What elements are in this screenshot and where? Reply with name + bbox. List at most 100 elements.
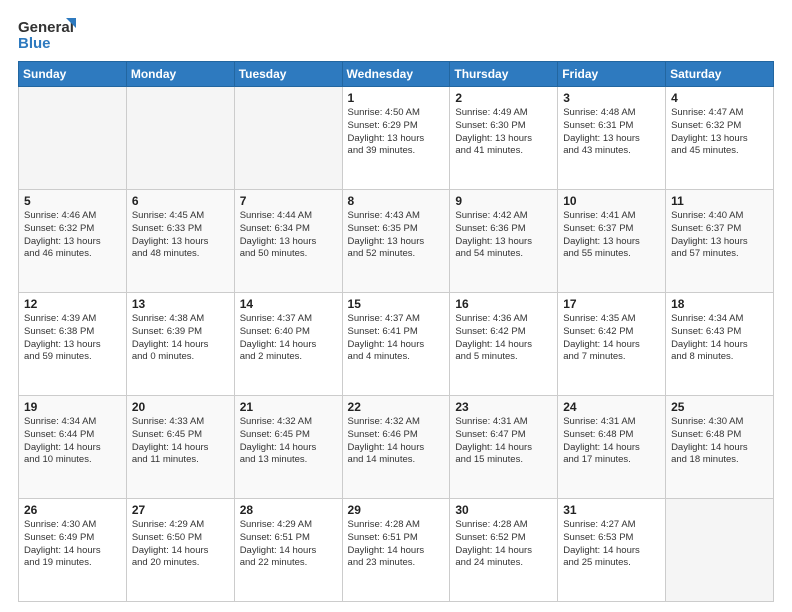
day-info: Sunrise: 4:48 AM Sunset: 6:31 PM Dayligh… <box>563 107 660 158</box>
day-number: 7 <box>240 194 337 208</box>
day-number: 23 <box>455 400 552 414</box>
day-info: Sunrise: 4:27 AM Sunset: 6:53 PM Dayligh… <box>563 519 660 570</box>
day-info: Sunrise: 4:34 AM Sunset: 6:44 PM Dayligh… <box>24 416 121 467</box>
day-number: 26 <box>24 503 121 517</box>
day-number: 12 <box>24 297 121 311</box>
day-info: Sunrise: 4:38 AM Sunset: 6:39 PM Dayligh… <box>132 313 229 364</box>
calendar-cell <box>19 87 127 190</box>
svg-text:Blue: Blue <box>18 35 51 51</box>
week-row-4: 26 Sunrise: 4:30 AM Sunset: 6:49 PM Dayli… <box>19 499 774 602</box>
calendar-cell <box>666 499 774 602</box>
day-number: 25 <box>671 400 768 414</box>
day-info: Sunrise: 4:46 AM Sunset: 6:32 PM Dayligh… <box>24 210 121 261</box>
day-info: Sunrise: 4:47 AM Sunset: 6:32 PM Dayligh… <box>671 107 768 158</box>
svg-text:General: General <box>18 19 74 36</box>
weekday-wednesday: Wednesday <box>342 62 450 87</box>
day-number: 24 <box>563 400 660 414</box>
calendar-cell <box>234 87 342 190</box>
calendar-cell <box>126 87 234 190</box>
week-row-2: 12 Sunrise: 4:39 AM Sunset: 6:38 PM Dayli… <box>19 293 774 396</box>
week-row-1: 5Sunrise: 4:46 AM Sunset: 6:32 PM Daylig… <box>19 190 774 293</box>
day-number: 13 <box>132 297 229 311</box>
weekday-tuesday: Tuesday <box>234 62 342 87</box>
day-info: Sunrise: 4:35 AM Sunset: 6:42 PM Dayligh… <box>563 313 660 364</box>
calendar-cell: 17Sunrise: 4:35 AM Sunset: 6:42 PM Dayli… <box>558 293 666 396</box>
day-number: 2 <box>455 91 552 105</box>
day-info: Sunrise: 4:50 AM Sunset: 6:29 PM Dayligh… <box>348 107 445 158</box>
calendar-cell: 11Sunrise: 4:40 AM Sunset: 6:37 PM Dayli… <box>666 190 774 293</box>
weekday-thursday: Thursday <box>450 62 558 87</box>
calendar-cell: 28 Sunrise: 4:29 AM Sunset: 6:51 PM Dayli… <box>234 499 342 602</box>
calendar-cell: 15 Sunrise: 4:37 AM Sunset: 6:41 PM Dayli… <box>342 293 450 396</box>
day-info: Sunrise: 4:28 AM Sunset: 6:51 PM Dayligh… <box>348 519 445 570</box>
day-info: Sunrise: 4:40 AM Sunset: 6:37 PM Dayligh… <box>671 210 768 261</box>
day-info: Sunrise: 4:28 AM Sunset: 6:52 PM Dayligh… <box>455 519 552 570</box>
day-number: 10 <box>563 194 660 208</box>
day-number: 21 <box>240 400 337 414</box>
day-info: Sunrise: 4:41 AM Sunset: 6:37 PM Dayligh… <box>563 210 660 261</box>
day-info: Sunrise: 4:31 AM Sunset: 6:47 PM Dayligh… <box>455 416 552 467</box>
calendar-cell: 1 Sunrise: 4:50 AM Sunset: 6:29 PM Daylig… <box>342 87 450 190</box>
day-number: 28 <box>240 503 337 517</box>
calendar-cell: 20Sunrise: 4:33 AM Sunset: 6:45 PM Dayli… <box>126 396 234 499</box>
day-number: 4 <box>671 91 768 105</box>
weekday-friday: Friday <box>558 62 666 87</box>
calendar-cell: 10 Sunrise: 4:41 AM Sunset: 6:37 PM Dayli… <box>558 190 666 293</box>
day-info: Sunrise: 4:37 AM Sunset: 6:40 PM Dayligh… <box>240 313 337 364</box>
calendar-cell: 13 Sunrise: 4:38 AM Sunset: 6:39 PM Dayli… <box>126 293 234 396</box>
calendar-cell: 2 Sunrise: 4:49 AM Sunset: 6:30 PM Daylig… <box>450 87 558 190</box>
day-info: Sunrise: 4:31 AM Sunset: 6:48 PM Dayligh… <box>563 416 660 467</box>
day-info: Sunrise: 4:30 AM Sunset: 6:49 PM Dayligh… <box>24 519 121 570</box>
calendar-cell: 27Sunrise: 4:29 AM Sunset: 6:50 PM Dayli… <box>126 499 234 602</box>
calendar-cell: 16 Sunrise: 4:36 AM Sunset: 6:42 PM Dayli… <box>450 293 558 396</box>
header: GeneralBlue <box>18 16 774 51</box>
calendar-cell: 3 Sunrise: 4:48 AM Sunset: 6:31 PM Daylig… <box>558 87 666 190</box>
weekday-monday: Monday <box>126 62 234 87</box>
day-info: Sunrise: 4:49 AM Sunset: 6:30 PM Dayligh… <box>455 107 552 158</box>
day-info: Sunrise: 4:45 AM Sunset: 6:33 PM Dayligh… <box>132 210 229 261</box>
day-info: Sunrise: 4:42 AM Sunset: 6:36 PM Dayligh… <box>455 210 552 261</box>
day-info: Sunrise: 4:37 AM Sunset: 6:41 PM Dayligh… <box>348 313 445 364</box>
weekday-sunday: Sunday <box>19 62 127 87</box>
calendar-cell: 9 Sunrise: 4:42 AM Sunset: 6:36 PM Daylig… <box>450 190 558 293</box>
calendar-cell: 19 Sunrise: 4:34 AM Sunset: 6:44 PM Dayli… <box>19 396 127 499</box>
calendar-cell: 5Sunrise: 4:46 AM Sunset: 6:32 PM Daylig… <box>19 190 127 293</box>
day-info: Sunrise: 4:44 AM Sunset: 6:34 PM Dayligh… <box>240 210 337 261</box>
day-info: Sunrise: 4:29 AM Sunset: 6:51 PM Dayligh… <box>240 519 337 570</box>
calendar-cell: 6 Sunrise: 4:45 AM Sunset: 6:33 PM Daylig… <box>126 190 234 293</box>
day-info: Sunrise: 4:32 AM Sunset: 6:46 PM Dayligh… <box>348 416 445 467</box>
day-number: 31 <box>563 503 660 517</box>
day-number: 9 <box>455 194 552 208</box>
calendar-cell: 22 Sunrise: 4:32 AM Sunset: 6:46 PM Dayli… <box>342 396 450 499</box>
day-number: 14 <box>240 297 337 311</box>
logo: GeneralBlue <box>18 16 78 51</box>
calendar-cell: 21 Sunrise: 4:32 AM Sunset: 6:45 PM Dayli… <box>234 396 342 499</box>
day-number: 29 <box>348 503 445 517</box>
day-info: Sunrise: 4:43 AM Sunset: 6:35 PM Dayligh… <box>348 210 445 261</box>
day-number: 6 <box>132 194 229 208</box>
calendar-cell: 12 Sunrise: 4:39 AM Sunset: 6:38 PM Dayli… <box>19 293 127 396</box>
calendar-cell: 7 Sunrise: 4:44 AM Sunset: 6:34 PM Daylig… <box>234 190 342 293</box>
logo-svg: GeneralBlue <box>18 16 78 51</box>
day-info: Sunrise: 4:39 AM Sunset: 6:38 PM Dayligh… <box>24 313 121 364</box>
day-info: Sunrise: 4:34 AM Sunset: 6:43 PM Dayligh… <box>671 313 768 364</box>
day-number: 16 <box>455 297 552 311</box>
day-number: 22 <box>348 400 445 414</box>
day-info: Sunrise: 4:36 AM Sunset: 6:42 PM Dayligh… <box>455 313 552 364</box>
calendar-cell: 18 Sunrise: 4:34 AM Sunset: 6:43 PM Dayli… <box>666 293 774 396</box>
day-number: 18 <box>671 297 768 311</box>
day-number: 3 <box>563 91 660 105</box>
day-number: 8 <box>348 194 445 208</box>
day-number: 19 <box>24 400 121 414</box>
calendar-cell: 25 Sunrise: 4:30 AM Sunset: 6:48 PM Dayli… <box>666 396 774 499</box>
day-number: 15 <box>348 297 445 311</box>
day-number: 30 <box>455 503 552 517</box>
calendar-cell: 4 Sunrise: 4:47 AM Sunset: 6:32 PM Daylig… <box>666 87 774 190</box>
day-info: Sunrise: 4:30 AM Sunset: 6:48 PM Dayligh… <box>671 416 768 467</box>
day-number: 1 <box>348 91 445 105</box>
page: GeneralBlue SundayMondayTuesdayWednesday… <box>0 0 792 612</box>
calendar-cell: 29 Sunrise: 4:28 AM Sunset: 6:51 PM Dayli… <box>342 499 450 602</box>
day-info: Sunrise: 4:32 AM Sunset: 6:45 PM Dayligh… <box>240 416 337 467</box>
calendar-cell: 30 Sunrise: 4:28 AM Sunset: 6:52 PM Dayli… <box>450 499 558 602</box>
calendar-cell: 24 Sunrise: 4:31 AM Sunset: 6:48 PM Dayli… <box>558 396 666 499</box>
